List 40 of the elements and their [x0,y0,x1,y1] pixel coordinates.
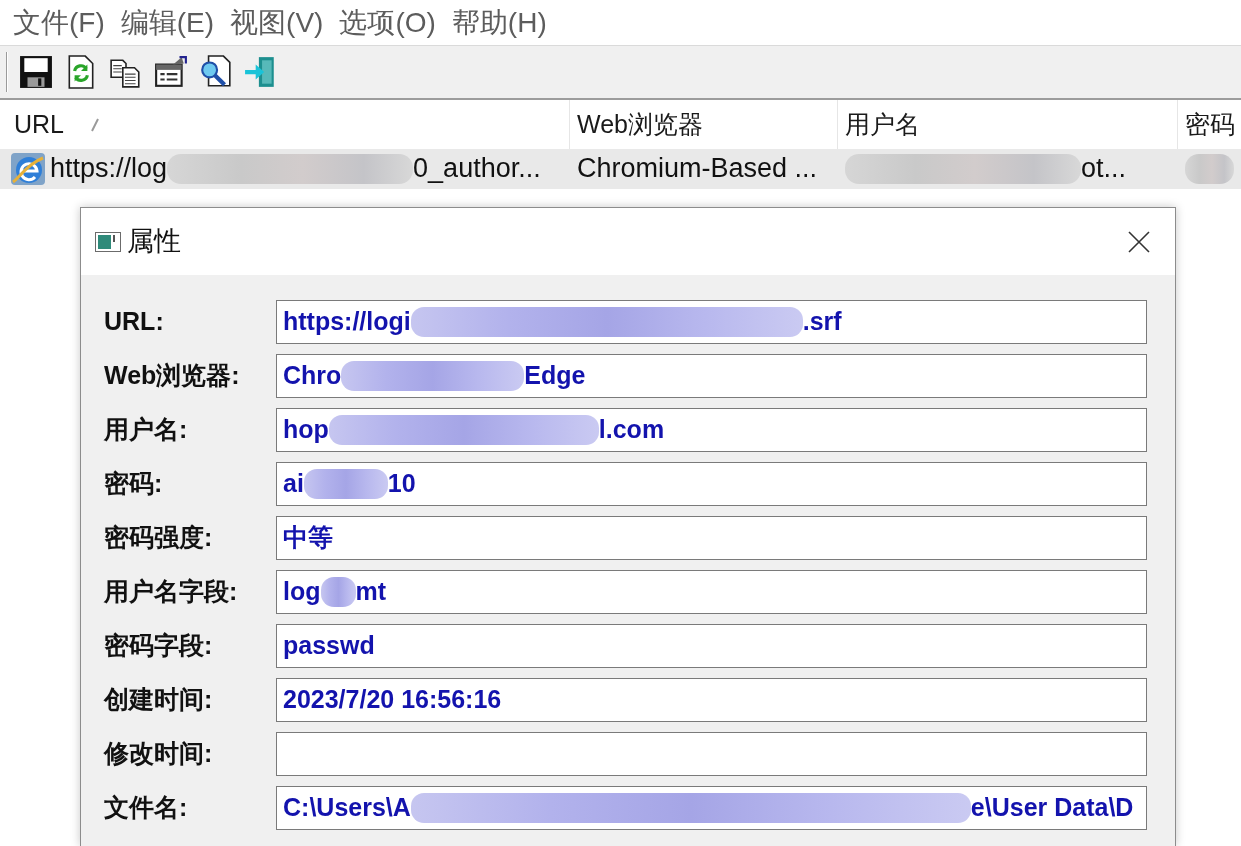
column-header[interactable]: 密码 [1178,100,1241,149]
menu-item[interactable]: 文件(F) [12,5,106,40]
browser-icon [10,152,46,186]
text-field[interactable]: hop l.com [276,408,1147,452]
redaction-blur [1185,154,1234,184]
cell-text: Chromium-Based ... [577,154,818,184]
menu-item[interactable]: 帮助(H) [450,5,548,40]
cell-text: 0_author... [413,154,541,184]
text-field[interactable]: log mt [276,570,1147,614]
text-field[interactable]: Chro Edge [276,354,1147,398]
field-label: 密码强度: [104,522,214,554]
sort-indicator-icon [90,117,100,132]
close-icon[interactable] [1128,230,1150,253]
field-label: 用户名字段: [104,576,239,608]
table-row[interactable]: https://log 0_author... Chromium-Based ... ot... [0,149,1241,189]
text-field[interactable]: ai 10 [276,462,1147,506]
text-field[interactable]: C:\Users\A e\User Data\D [276,786,1147,830]
text-field[interactable] [276,732,1147,776]
text-field[interactable]: https://logi .srf [276,300,1147,344]
field-label: 创建时间: [104,684,214,716]
menu-item[interactable]: 视图(V) [229,5,325,40]
dialog-title: 属性 [127,225,181,259]
field-label: 文件名: [104,792,189,824]
text-field[interactable]: 2023/7/20 16:56:16 [276,678,1147,722]
field-label: 密码: [104,468,164,500]
text-field[interactable]: 中等 [276,516,1147,560]
cell-text: ot... [1081,154,1127,184]
redaction-blur [320,577,356,607]
field-label: Web浏览器: [104,360,241,392]
cell-text: https://log [50,154,168,184]
menu-item[interactable]: 编辑(E) [119,5,216,40]
field-label: 用户名: [104,414,189,446]
field-label: URL: [104,306,165,338]
field-label: 密码字段: [104,630,214,662]
field-label: 修改时间: [104,738,214,770]
document-magnifier-icon[interactable] [199,55,233,89]
window-icon [95,231,121,252]
text-field[interactable]: passwd [276,624,1147,668]
menu-item[interactable]: 选项(O) [338,5,437,40]
properties-card-icon[interactable] [154,55,188,89]
